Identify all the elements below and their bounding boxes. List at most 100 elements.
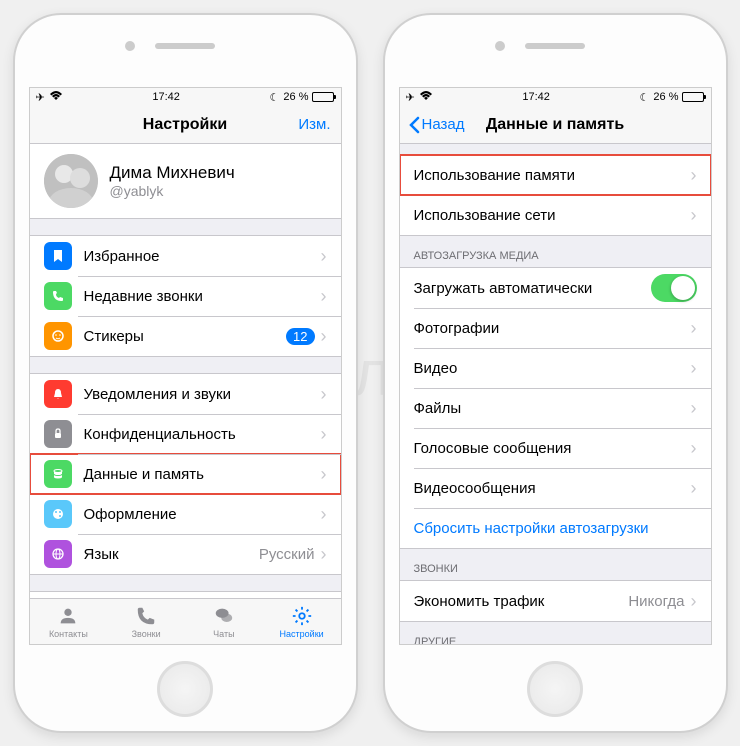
row-label: Файлы — [414, 400, 691, 417]
row-label: Оформление — [84, 506, 321, 523]
gear-icon — [291, 605, 313, 627]
row-label: Использование сети — [414, 207, 691, 224]
brush-icon — [44, 500, 72, 528]
home-button[interactable] — [527, 661, 583, 717]
toggle-switch[interactable] — [651, 274, 697, 302]
tab-contacts[interactable]: Контакты — [30, 599, 108, 644]
status-time: 17:42 — [522, 91, 550, 103]
profile-handle: @yablyk — [110, 183, 235, 199]
tab-label: Контакты — [49, 629, 88, 639]
status-bar: ✈︎ 17:42 ☾ 26 % — [30, 88, 341, 106]
lock-icon — [44, 420, 72, 448]
screen-settings: ✈︎ 17:42 ☾ 26 % Настройки Изм. Д — [29, 87, 342, 645]
edit-button[interactable]: Изм. — [298, 116, 330, 133]
battery-pct: 26 % — [283, 91, 308, 103]
row-help[interactable]: Помощь › — [30, 592, 341, 598]
chevron-icon: › — [691, 398, 697, 419]
phone-icon — [135, 605, 157, 627]
database-icon — [44, 460, 72, 488]
globe-icon — [44, 540, 72, 568]
chevron-icon: › — [321, 384, 327, 405]
row-label: Видеосообщения — [414, 480, 691, 497]
row-recent-calls[interactable]: Недавние звонки › — [30, 276, 341, 316]
row-label: Недавние звонки — [84, 288, 321, 305]
section-header-calls: ЗВОНКИ — [400, 549, 711, 580]
row-voice[interactable]: Голосовые сообщения › — [400, 428, 711, 468]
chevron-icon: › — [321, 326, 327, 347]
home-button[interactable] — [157, 661, 213, 717]
row-label: Язык — [84, 546, 259, 563]
status-bar: ✈︎ 17:42 ☾ 26 % — [400, 88, 711, 106]
chevron-icon: › — [691, 358, 697, 379]
chevron-icon: › — [691, 591, 697, 612]
chevron-icon: › — [321, 424, 327, 445]
airplane-icon: ✈︎ — [36, 91, 45, 104]
row-video[interactable]: Видео › — [400, 348, 711, 388]
row-reset-autodl[interactable]: Сбросить настройки автозагрузки — [400, 508, 711, 548]
wifi-icon — [419, 91, 433, 104]
tab-chats[interactable]: Чаты — [185, 599, 263, 644]
row-label: Избранное — [84, 248, 321, 265]
row-label: Фотографии — [414, 320, 691, 337]
avatar — [44, 154, 98, 208]
row-files[interactable]: Файлы › — [400, 388, 711, 428]
bookmark-icon — [44, 242, 72, 270]
row-favorites[interactable]: Избранное › — [30, 236, 341, 276]
tab-label: Звонки — [132, 629, 161, 639]
phone-right: ✈︎ 17:42 ☾ 26 % Назад Данные и память — [383, 13, 728, 733]
row-photos[interactable]: Фотографии › — [400, 308, 711, 348]
chevron-icon: › — [321, 544, 327, 565]
moon-icon: ☾ — [270, 91, 280, 104]
row-label: Загружать автоматически — [414, 280, 651, 297]
row-label: Стикеры — [84, 328, 287, 345]
chevron-icon: › — [321, 246, 327, 267]
sticker-icon — [44, 322, 72, 350]
row-save-traffic[interactable]: Экономить трафик Никогда › — [400, 581, 711, 621]
battery-icon — [682, 92, 704, 102]
section-header-other: ДРУГИЕ — [400, 622, 711, 644]
row-auto-download[interactable]: Загружать автоматически — [400, 268, 711, 308]
row-label: Уведомления и звуки — [84, 386, 321, 403]
nav-bar: Назад Данные и память — [400, 106, 711, 144]
battery-pct: 26 % — [653, 91, 678, 103]
row-data-storage[interactable]: Данные и память › — [30, 454, 341, 494]
chevron-icon: › — [321, 286, 327, 307]
row-notifications[interactable]: Уведомления и звуки › — [30, 374, 341, 414]
row-stickers[interactable]: Стикеры 12 › — [30, 316, 341, 356]
nav-title: Настройки — [143, 116, 227, 134]
row-privacy[interactable]: Конфиденциальность › — [30, 414, 341, 454]
profile-name: Дима Михневич — [110, 163, 235, 183]
row-label: Конфиденциальность — [84, 426, 321, 443]
row-label: Использование памяти — [414, 167, 691, 184]
chevron-icon: › — [691, 438, 697, 459]
row-label: Голосовые сообщения — [414, 440, 691, 457]
row-label: Экономить трафик — [414, 593, 629, 610]
moon-icon: ☾ — [640, 91, 650, 104]
row-appearance[interactable]: Оформление › — [30, 494, 341, 534]
tab-settings[interactable]: Настройки — [263, 599, 341, 644]
row-storage-usage[interactable]: Использование памяти › — [400, 155, 711, 195]
row-network-usage[interactable]: Использование сети › — [400, 195, 711, 235]
chevron-icon: › — [321, 504, 327, 525]
nav-title: Данные и память — [486, 116, 624, 134]
back-button[interactable]: Назад — [408, 116, 465, 134]
profile-row[interactable]: Дима Михневич @yablyk — [30, 144, 341, 219]
row-label: Видео — [414, 360, 691, 377]
nav-bar: Настройки Изм. — [30, 106, 341, 144]
badge: 12 — [286, 328, 314, 345]
row-label: Сбросить настройки автозагрузки — [414, 520, 697, 537]
tab-calls[interactable]: Звонки — [107, 599, 185, 644]
row-video-msg[interactable]: Видеосообщения › — [400, 468, 711, 508]
airplane-icon: ✈︎ — [406, 91, 415, 104]
chevron-icon: › — [691, 318, 697, 339]
status-time: 17:42 — [152, 91, 180, 103]
row-value: Русский — [259, 546, 315, 563]
chevron-icon: › — [691, 165, 697, 186]
row-value: Никогда — [628, 593, 684, 610]
section-header-autodl: АВТОЗАГРУЗКА МЕДИА — [400, 236, 711, 267]
tab-bar: Контакты Звонки Чаты Настройки — [30, 598, 341, 644]
tab-label: Настройки — [280, 629, 324, 639]
wifi-icon — [49, 91, 63, 104]
battery-icon — [312, 92, 334, 102]
row-language[interactable]: Язык Русский › — [30, 534, 341, 574]
